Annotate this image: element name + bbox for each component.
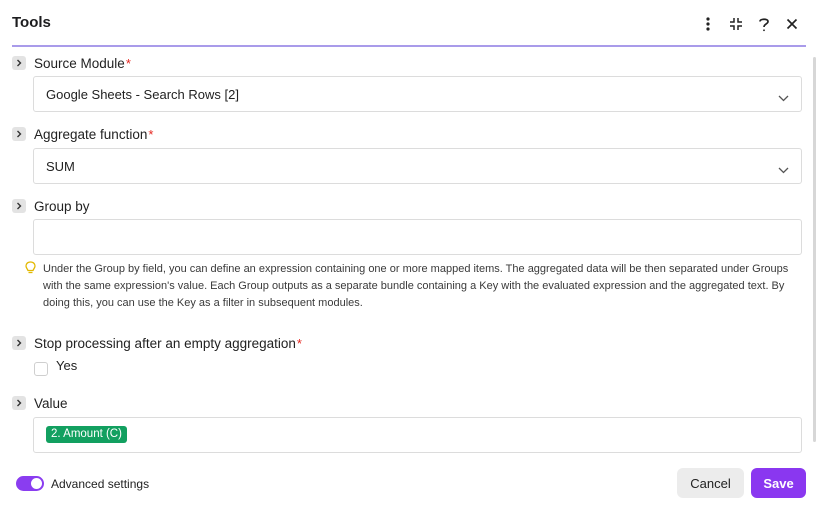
- toggle-knob: [31, 478, 42, 489]
- group-by-input[interactable]: [33, 219, 802, 255]
- chevron-down-icon: [778, 89, 789, 107]
- chevron-right-icon[interactable]: [12, 127, 26, 141]
- select-value: Google Sheets - Search Rows [2]: [46, 87, 239, 102]
- dialog-footer: Advanced settings Cancel Save: [0, 453, 816, 508]
- group-by-hint: Under the Group by field, you can define…: [25, 261, 808, 312]
- advanced-settings-label[interactable]: Advanced settings: [51, 477, 149, 491]
- stop-processing-checkbox[interactable]: [34, 362, 48, 376]
- value-field: Value 2. Amount (C): [12, 393, 802, 453]
- save-button[interactable]: Save: [751, 468, 806, 498]
- checkbox-label[interactable]: Yes: [56, 358, 77, 373]
- aggregate-function-select[interactable]: SUM: [33, 148, 802, 184]
- collapse-icon[interactable]: [722, 12, 750, 36]
- header-actions: [694, 12, 806, 36]
- field-label: Stop processing after an empty aggregati…: [34, 335, 296, 351]
- tools-dialog: Tools Source Module * Google Sheets - Se…: [0, 0, 816, 508]
- field-label: Aggregate function: [34, 126, 148, 142]
- chevron-right-icon[interactable]: [12, 396, 26, 410]
- select-value: SUM: [46, 159, 75, 174]
- more-vertical-icon[interactable]: [694, 12, 722, 36]
- lightbulb-icon: [25, 261, 43, 312]
- dialog-header: Tools: [12, 0, 806, 47]
- chevron-right-icon[interactable]: [12, 199, 26, 213]
- chevron-right-icon[interactable]: [12, 56, 26, 70]
- stop-processing-field: Stop processing after an empty aggregati…: [12, 333, 802, 383]
- required-mark: *: [125, 55, 131, 71]
- source-module-field: Source Module * Google Sheets - Search R…: [12, 53, 802, 113]
- help-icon[interactable]: [750, 12, 778, 36]
- mapped-item-pill[interactable]: 2. Amount (C): [46, 426, 127, 443]
- chevron-right-icon[interactable]: [12, 336, 26, 350]
- group-by-field: Group by: [12, 196, 802, 256]
- field-label: Value: [34, 395, 68, 411]
- hint-text: Under the Group by field, you can define…: [43, 263, 789, 309]
- value-input[interactable]: 2. Amount (C): [33, 417, 802, 453]
- close-icon[interactable]: [778, 12, 806, 36]
- dialog-title: Tools: [12, 14, 51, 31]
- source-module-select[interactable]: Google Sheets - Search Rows [2]: [33, 76, 802, 112]
- required-mark: *: [148, 126, 154, 142]
- advanced-settings-toggle[interactable]: [16, 476, 44, 491]
- aggregate-function-field: Aggregate function * SUM: [12, 124, 802, 184]
- cancel-button[interactable]: Cancel: [677, 468, 744, 498]
- form-content: Source Module * Google Sheets - Search R…: [0, 49, 816, 453]
- field-label: Source Module: [34, 55, 125, 71]
- field-label: Group by: [34, 198, 90, 214]
- chevron-down-icon: [778, 161, 789, 179]
- required-mark: *: [296, 335, 302, 351]
